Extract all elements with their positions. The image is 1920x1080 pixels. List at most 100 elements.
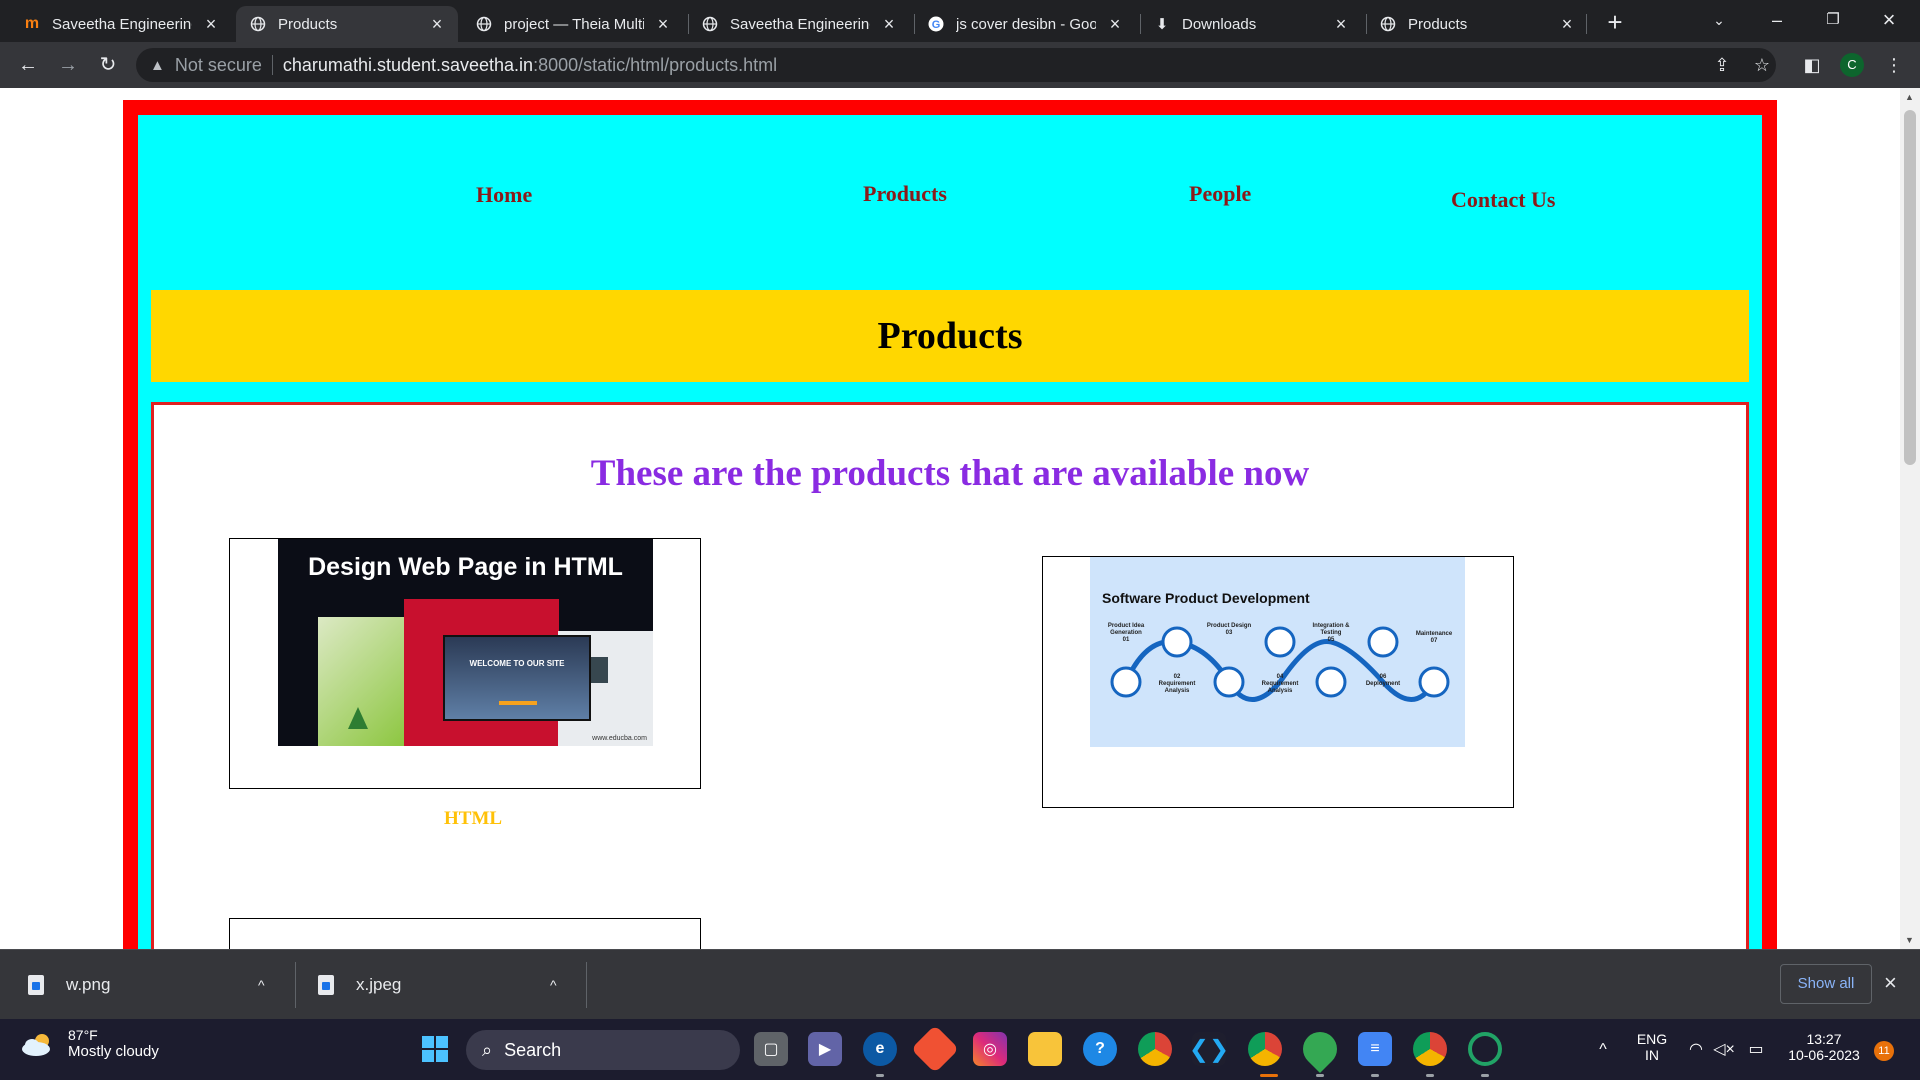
running-indicator [1371, 1074, 1379, 1077]
notepad-icon[interactable]: ≡ [1358, 1032, 1392, 1066]
products-heading: These are the products that are availabl… [590, 453, 1310, 494]
tab-saveetha-1[interactable]: m Saveetha Engineering × [10, 6, 232, 42]
tab-theia[interactable]: project — Theia Multi × [462, 6, 684, 42]
close-icon[interactable]: × [428, 15, 446, 33]
git-icon[interactable] [910, 1024, 960, 1074]
tab-products-active[interactable]: Products × [236, 6, 458, 42]
globe-icon [702, 16, 718, 32]
hero-button [499, 701, 537, 705]
step-circle-01 [1110, 666, 1142, 698]
url-path[interactable]: :8000/static/html/products.html [533, 55, 777, 76]
nav-products-link[interactable]: Products [863, 181, 947, 207]
tab-search-chevron-icon[interactable]: ⌄ [1692, 4, 1746, 36]
windows-start-icon[interactable] [418, 1032, 452, 1066]
running-indicator [876, 1074, 884, 1077]
leaf-icon [348, 707, 368, 729]
close-downloads-icon[interactable]: × [1884, 970, 1897, 996]
cloud-sun-icon [22, 1033, 50, 1056]
task-view-icon[interactable]: ▢ [754, 1032, 788, 1066]
nav-people-link[interactable]: People [1189, 181, 1251, 207]
products-content: These are the products that are availabl… [151, 402, 1749, 949]
download-icon: ⬇ [1155, 16, 1169, 33]
product-label-html[interactable]: HTML [444, 808, 502, 830]
chrome-icon[interactable] [1138, 1032, 1172, 1066]
step-label-01: Product Idea Generation 01 [1107, 623, 1145, 643]
menu-kebab-icon[interactable]: ⋮ [1880, 51, 1908, 79]
side-panel-icon[interactable]: ◧ [1798, 51, 1826, 79]
teams-icon[interactable]: ▶ [808, 1032, 842, 1066]
close-icon[interactable]: × [880, 15, 898, 33]
clock-date: 10-06-2023 [1788, 1047, 1860, 1063]
close-icon[interactable]: × [654, 15, 672, 33]
nav-contact-link[interactable]: Contact Us [1451, 187, 1556, 213]
forward-arrow-icon[interactable]: → [52, 49, 84, 81]
address-divider [271, 55, 273, 75]
download-item-x-jpeg[interactable]: x.jpeg ^ [318, 950, 580, 1020]
clock[interactable]: 13:27 10-06-2023 [1776, 1019, 1872, 1080]
address-bar[interactable]: ▲ Not secure charumathi.student.saveetha… [136, 48, 1776, 82]
volume-muted-icon[interactable]: ◁× [1712, 1019, 1736, 1080]
product-card-html[interactable]: Design Web Page in HTML www.educba.com W… [229, 538, 701, 789]
software-product-image[interactable]: Software Product Development Product Ide… [1090, 557, 1465, 747]
lang-top: ENG [1636, 1031, 1668, 1047]
tab-saveetha-2[interactable]: Saveetha Engineering × [688, 6, 910, 42]
scroll-down-arrow-icon[interactable]: ▼ [1905, 935, 1914, 945]
globe-icon [476, 16, 492, 32]
loading-ring-icon[interactable] [1468, 1032, 1502, 1066]
hero-caption: WELCOME TO OUR SITE [469, 659, 565, 668]
scrollbar-thumb[interactable] [1904, 110, 1916, 465]
chrome-alt-icon[interactable] [1413, 1032, 1447, 1066]
wifi-icon[interactable]: ◠ [1684, 1019, 1708, 1080]
edge-icon[interactable]: e [863, 1032, 897, 1066]
weather-widget[interactable]: 87°F Mostly cloudy [20, 1027, 159, 1060]
close-icon[interactable]: × [1106, 15, 1124, 33]
warning-triangle-icon[interactable]: ▲ [150, 57, 165, 74]
help-icon[interactable]: ? [1083, 1032, 1117, 1066]
maps-icon[interactable] [1295, 1024, 1345, 1074]
instagram-icon[interactable]: ◎ [973, 1032, 1007, 1066]
download-separator [295, 962, 296, 1008]
tab-products-2[interactable]: Products × [1366, 6, 1588, 42]
step-circle-06 [1367, 626, 1399, 658]
close-icon[interactable]: × [202, 15, 220, 33]
notification-badge[interactable]: 11 [1874, 1041, 1894, 1061]
minimize-icon[interactable]: – [1750, 4, 1804, 36]
battery-icon[interactable]: ▭ [1744, 1019, 1768, 1080]
new-tab-plus-icon[interactable]: + [1600, 8, 1630, 38]
url-host[interactable]: charumathi.student.saveetha.in [283, 55, 533, 76]
window-close-icon[interactable]: × [1862, 4, 1916, 36]
windows-taskbar: 87°F Mostly cloudy ⌕ Search ▢ ▶ e ◎ ? ❮❯… [0, 1019, 1920, 1080]
product-card-software[interactable]: Software Product Development Product Ide… [1042, 556, 1514, 808]
tab-downloads[interactable]: ⬇ Downloads × [1140, 6, 1362, 42]
download-item-w-png[interactable]: w.png ^ [28, 950, 290, 1020]
tray-chevron-up-icon[interactable]: ^ [1588, 1019, 1618, 1080]
tab-google[interactable]: G js cover desibn - Goo × [914, 6, 1136, 42]
chevron-up-icon[interactable]: ^ [258, 977, 265, 993]
restore-icon[interactable]: ❐ [1806, 4, 1860, 36]
step-circle-02 [1161, 626, 1193, 658]
nav-home-link[interactable]: Home [476, 182, 532, 208]
step-circle-04 [1264, 626, 1296, 658]
bookmark-star-icon[interactable]: ☆ [1748, 51, 1776, 79]
html-product-image[interactable]: Design Web Page in HTML www.educba.com W… [278, 539, 653, 746]
chrome-profile-icon[interactable] [1248, 1032, 1282, 1066]
close-icon[interactable]: × [1558, 15, 1576, 33]
download-filename: w.png [66, 975, 111, 994]
page-viewport: Home Products People Contact Us Products… [0, 88, 1920, 949]
security-label[interactable]: Not secure [175, 55, 262, 76]
taskbar-search[interactable]: ⌕ Search [466, 1030, 740, 1070]
back-arrow-icon[interactable]: ← [12, 49, 44, 81]
page-scrollbar[interactable]: ▲ ▼ [1900, 88, 1920, 949]
step-label-05: Integration & Testing 05 [1312, 623, 1350, 643]
share-icon[interactable]: ⇪ [1708, 51, 1736, 79]
file-explorer-icon[interactable] [1028, 1032, 1062, 1066]
chevron-up-icon[interactable]: ^ [550, 977, 557, 993]
close-icon[interactable]: × [1332, 15, 1350, 33]
language-indicator[interactable]: ENG IN [1630, 1019, 1674, 1080]
show-all-button[interactable]: Show all [1780, 964, 1872, 1004]
reload-icon[interactable]: ↻ [92, 49, 124, 81]
product-card-3[interactable] [229, 918, 701, 949]
scroll-up-arrow-icon[interactable]: ▲ [1905, 92, 1914, 102]
vscode-icon[interactable]: ❮❯ [1189, 1032, 1229, 1066]
profile-avatar[interactable]: C [1840, 53, 1864, 77]
